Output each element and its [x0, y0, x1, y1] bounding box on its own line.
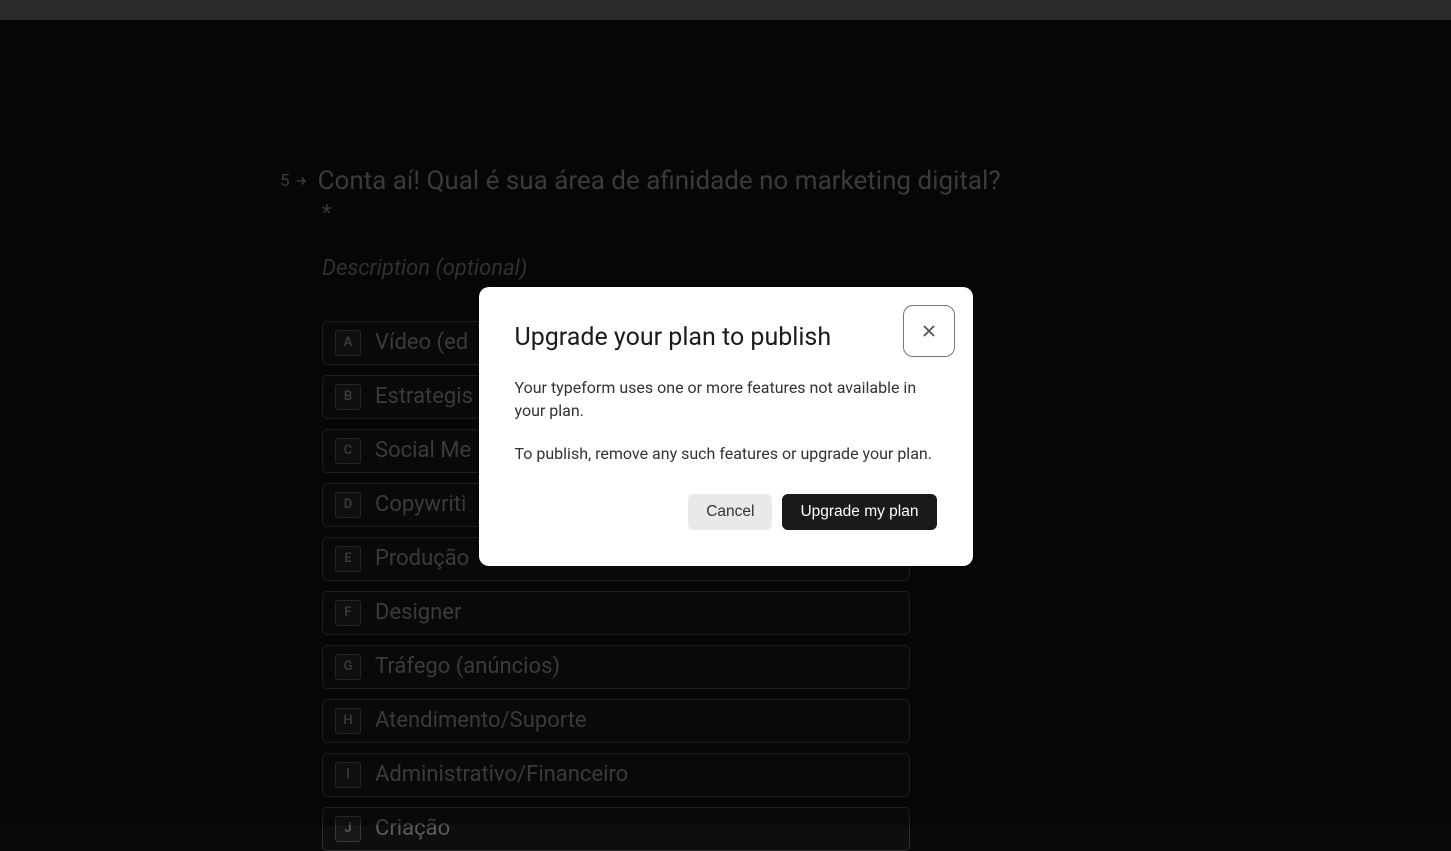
upgrade-modal: Upgrade your plan to publish Your typefo…	[479, 287, 973, 566]
top-bar	[0, 0, 1451, 20]
modal-close-button[interactable]	[903, 305, 955, 357]
modal-paragraph: To publish, remove any such features or …	[515, 442, 937, 465]
close-icon	[919, 321, 939, 341]
form-background: 5 Conta aí! Qual é sua área de afinidade…	[0, 20, 1451, 825]
modal-paragraph: Your typeform uses one or more features …	[515, 376, 937, 422]
modal-title: Upgrade your plan to publish	[515, 323, 877, 352]
upgrade-button[interactable]: Upgrade my plan	[782, 494, 936, 530]
modal-actions: Cancel Upgrade my plan	[515, 494, 937, 530]
cancel-button[interactable]: Cancel	[688, 494, 772, 530]
